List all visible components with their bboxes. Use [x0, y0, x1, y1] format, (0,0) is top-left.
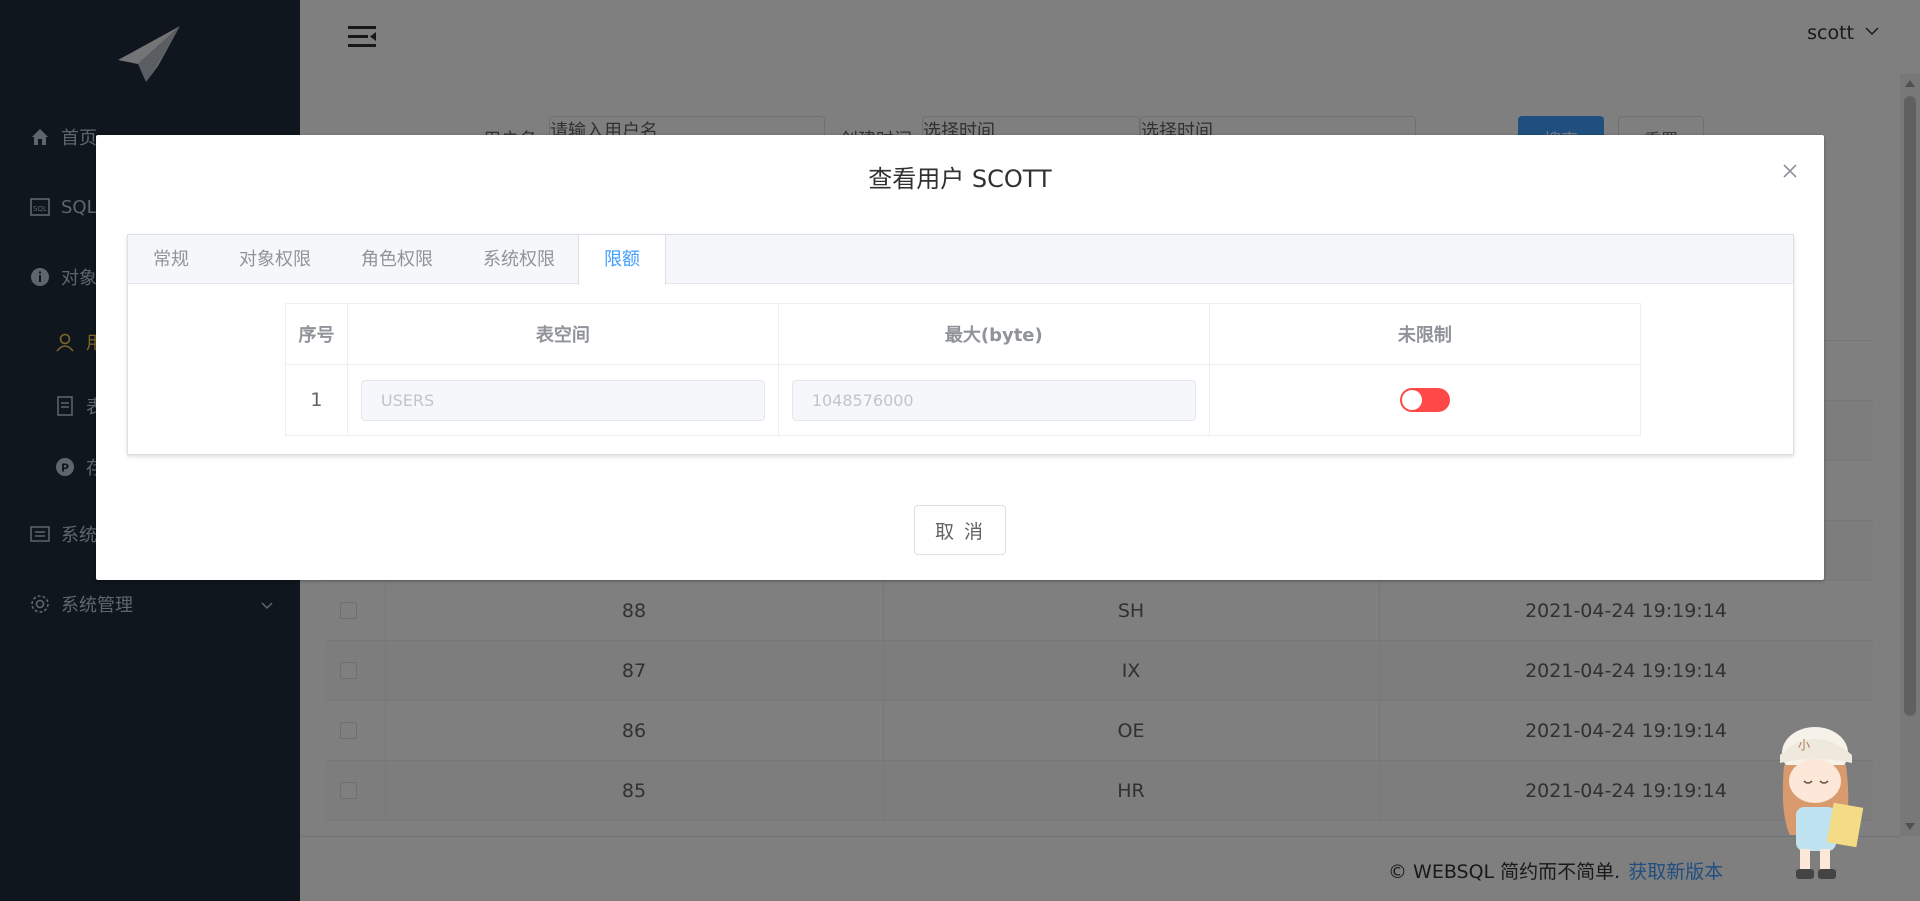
column-header-index: 序号 — [285, 303, 348, 365]
column-header-unlimited: 未限制 — [1208, 303, 1642, 365]
switch-knob — [1401, 390, 1422, 410]
row-index: 1 — [285, 364, 348, 436]
max-bytes-cell: 1048576000 — [777, 364, 1210, 436]
dialog-title: 查看用户 SCOTT — [868, 165, 1052, 193]
mascot-character-icon: 小 — [1780, 727, 1864, 879]
tab-role-privileges[interactable]: 角色权限 — [336, 235, 458, 284]
tablespace-cell: USERS — [346, 364, 779, 436]
max-bytes-input: 1048576000 — [791, 379, 1196, 421]
tab-system-privileges[interactable]: 系统权限 — [458, 235, 580, 284]
tablespace-input: USERS — [360, 379, 765, 421]
svg-text:小: 小 — [1798, 738, 1810, 752]
quota-table: 序号 表空间 最大(byte) 未限制 1 USERS 1048576000 — [285, 303, 1642, 436]
tab-object-privileges[interactable]: 对象权限 — [214, 235, 336, 284]
quota-header-row: 序号 表空间 最大(byte) 未限制 — [285, 303, 1642, 365]
user-detail-tabs: 常规 对象权限 角色权限 系统权限 限额 序号 表空间 最大(byte) 未限制… — [127, 234, 1794, 455]
view-user-dialog: 查看用户 SCOTT 常规 对象权限 角色权限 系统权限 限额 序号 表空间 最… — [96, 135, 1824, 580]
cancel-button[interactable]: 取 消 — [914, 505, 1006, 555]
tab-general[interactable]: 常规 — [128, 235, 214, 284]
column-header-tablespace: 表空间 — [346, 303, 779, 365]
table-row: 1 USERS 1048576000 — [285, 364, 1642, 436]
tabs-header: 常规 对象权限 角色权限 系统权限 限额 — [128, 235, 1793, 285]
unlimited-switch[interactable] — [1399, 388, 1450, 412]
tab-quota[interactable]: 限额 — [578, 235, 666, 285]
column-header-max-bytes: 最大(byte) — [777, 303, 1210, 365]
unlimited-cell — [1208, 364, 1642, 436]
close-icon[interactable] — [1780, 161, 1800, 181]
